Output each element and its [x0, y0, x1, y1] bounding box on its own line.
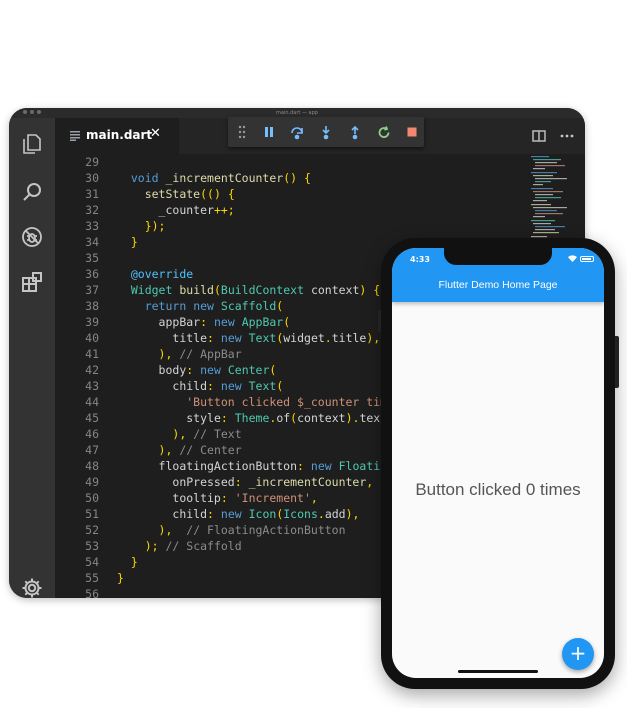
side-button: [615, 336, 619, 388]
phone-screen: 4:33 Flutter Demo Home Page Button click…: [392, 248, 604, 678]
line-number: 54: [85, 555, 99, 569]
line-number: 48: [85, 459, 99, 473]
step-over-icon[interactable]: [289, 124, 305, 140]
line-number: 43: [85, 379, 99, 393]
tab-close-button[interactable]: ✕: [150, 126, 161, 141]
line-number-gutter: 29 30 31 32 33 34 35 36 37 38 39 40 41 42 43 44 45 46 47 48…: [55, 154, 99, 598]
line-number: 46: [85, 427, 99, 441]
debug-toolbar: [228, 117, 424, 147]
line-number: 49: [85, 475, 99, 489]
settings-gear-icon[interactable]: [20, 576, 44, 598]
line-number: 34: [85, 235, 99, 249]
extensions-icon[interactable]: [20, 270, 44, 294]
activity-bar: [9, 118, 55, 598]
line-number: 31: [85, 187, 99, 201]
tab-main-dart[interactable]: main.dart ✕: [55, 118, 179, 154]
tab-label: main.dart: [86, 128, 153, 142]
files-icon[interactable]: [20, 132, 44, 156]
line-number: 29: [85, 155, 99, 169]
restart-icon[interactable]: [376, 124, 392, 140]
pause-icon[interactable]: [261, 124, 277, 140]
line-number: 36: [85, 267, 99, 281]
line-number: 44: [85, 395, 99, 409]
counter-text: Button clicked 0 times: [415, 480, 581, 499]
debug-icon[interactable]: [20, 225, 44, 249]
file-lines-icon: [70, 131, 80, 141]
code-line: setState(() {: [144, 187, 235, 201]
line-number: 39: [85, 315, 99, 329]
line-number: 40: [85, 331, 99, 345]
phone-simulator: 4:33 Flutter Demo Home Page Button click…: [378, 238, 619, 689]
line-number: 51: [85, 507, 99, 521]
search-icon[interactable]: [20, 180, 44, 204]
app-title: Flutter Demo Home Page: [438, 279, 558, 291]
stop-icon[interactable]: [404, 124, 420, 140]
line-number: 47: [85, 443, 99, 457]
line-number: 50: [85, 491, 99, 505]
editor-actions: [525, 118, 585, 154]
line-number: 38: [85, 299, 99, 313]
status-icons: [568, 255, 594, 262]
wifi-icon: [568, 255, 577, 262]
phone-notch: [444, 248, 552, 265]
line-number: 45: [85, 411, 99, 425]
line-number: 52: [85, 523, 99, 537]
step-into-icon[interactable]: [318, 124, 334, 140]
line-number: 37: [85, 283, 99, 297]
line-number: 30: [85, 171, 99, 185]
line-number: 53: [85, 539, 99, 553]
code-line: void _incrementCounter() {: [130, 171, 311, 185]
code-line: _counter++;: [158, 203, 235, 217]
volume-button: [378, 310, 381, 332]
line-number: 35: [85, 251, 99, 265]
line-number: 32: [85, 203, 99, 217]
battery-icon: [580, 255, 594, 262]
line-number: 41: [85, 347, 99, 361]
line-number: 42: [85, 363, 99, 377]
line-number: 33: [85, 219, 99, 233]
code-line: });: [144, 219, 166, 233]
home-indicator[interactable]: [458, 670, 538, 673]
step-out-icon[interactable]: [347, 124, 363, 140]
increment-fab-button[interactable]: +: [562, 638, 594, 670]
line-number: 55: [85, 571, 99, 585]
more-icon[interactable]: [559, 128, 575, 144]
line-number: 56: [85, 587, 99, 598]
split-editor-icon[interactable]: [531, 128, 547, 144]
drag-handle-icon[interactable]: [234, 124, 250, 140]
status-time: 4:33: [410, 255, 430, 264]
